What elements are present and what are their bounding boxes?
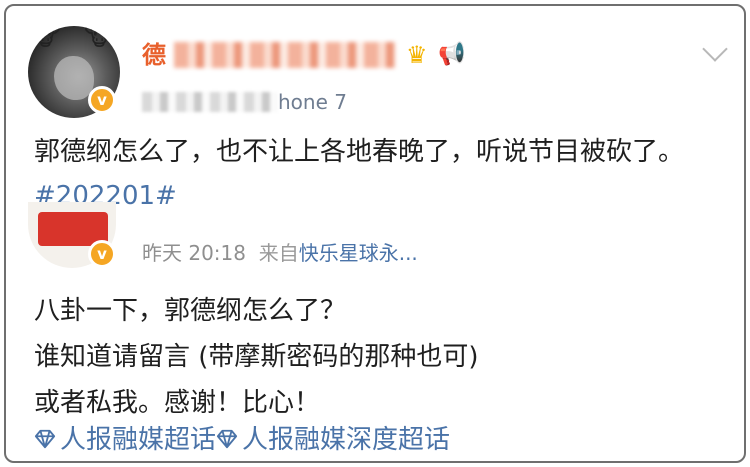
source-link[interactable]: 快乐星球永... — [299, 241, 418, 265]
crown-icon: ♛ — [406, 41, 428, 69]
megaphone-icon: 📢 — [438, 42, 466, 67]
post-meta: 昨天 20:18 来自快乐星球永... — [142, 238, 418, 268]
username[interactable]: 德 — [142, 38, 166, 72]
verified-badge-icon: v — [88, 240, 116, 268]
post-time: 昨天 20:18 — [142, 241, 246, 265]
from-label: 来自 — [258, 241, 299, 265]
topic-link[interactable]: 人报融媒深度超话 — [216, 418, 451, 461]
post-text-main: 郭德纲怎么了，也不让上各地春晚了，听说节目被砍了。 — [34, 137, 685, 167]
topic-link[interactable]: 人报融媒超话 — [34, 418, 217, 461]
avatar-photo — [54, 56, 94, 100]
device-label: hone 7 — [278, 90, 347, 114]
weibo-feed-screenshot: 🐮 🐮 v 德 ♛ 📢 hone 7 郭德纲怎么了，也不让上各地春晚了，听说节目… — [4, 4, 746, 463]
post-text: 郭德纲怎么了，也不让上各地春晚了，听说节目被砍了。#202201# — [34, 130, 734, 218]
topic-label: 人报融媒超话 — [60, 425, 217, 455]
diamond-icon — [34, 429, 56, 449]
ox-sticker-icon: 🐮 — [84, 26, 115, 52]
topic-label: 人报融媒深度超话 — [242, 425, 451, 455]
ox-sticker-icon: 🐮 — [30, 26, 61, 52]
post-text: 八卦一下，郭德纲怎么了？ 谁知道请留言 (带摩斯密码的那种也可) 或者私我。感谢… — [34, 288, 734, 426]
username-blurred — [174, 42, 396, 68]
post-line: 谁知道请留言 (带摩斯密码的那种也可) — [34, 342, 479, 372]
diamond-icon — [216, 429, 238, 449]
topic-links: 人报融媒超话 人报融媒深度超话 — [34, 418, 451, 461]
chevron-down-icon[interactable] — [702, 36, 728, 62]
verified-badge-icon: v — [88, 86, 116, 114]
meta-blurred — [142, 92, 278, 112]
post-line: 八卦一下，郭德纲怎么了？ — [34, 296, 347, 326]
